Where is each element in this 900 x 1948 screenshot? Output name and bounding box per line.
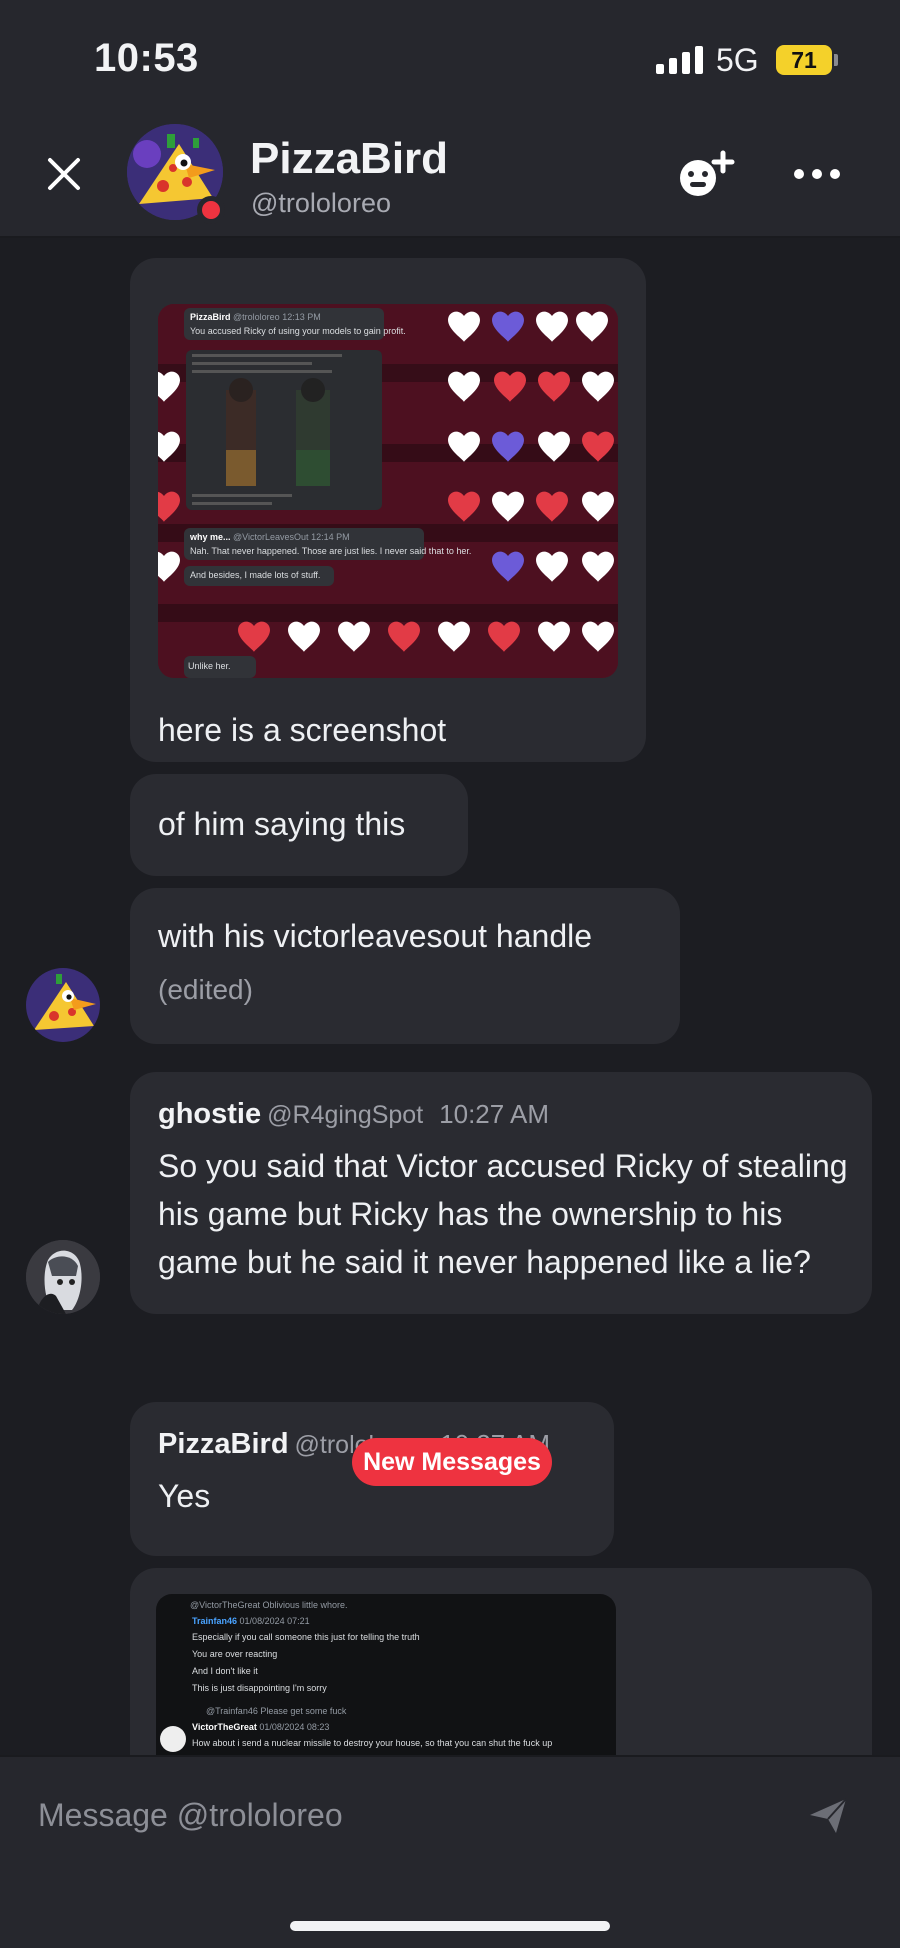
- message-timestamp: 10:27 AM: [439, 1099, 550, 1129]
- author-name[interactable]: PizzaBird: [158, 1428, 289, 1460]
- attachment-image[interactable]: @VictorTheGreat Oblivious little whore. …: [156, 1594, 616, 1755]
- edited-label: (edited): [158, 974, 253, 1005]
- header-name[interactable]: PizzaBird: [250, 134, 448, 184]
- new-messages-button[interactable]: New Messages: [352, 1438, 552, 1486]
- more-options-icon[interactable]: [792, 166, 842, 182]
- message-text: So you said that Victor accused Ricky of…: [158, 1148, 848, 1280]
- message-bubble: with his victorleavesout handle (edited): [130, 888, 680, 1044]
- avatar[interactable]: [26, 968, 100, 1042]
- battery-level: 71: [776, 45, 832, 75]
- message-list[interactable]: PizzaBird @trololoreo 12:13 PM You accus…: [0, 240, 900, 1755]
- status-time: 10:53: [94, 36, 199, 80]
- close-icon[interactable]: [44, 154, 84, 194]
- status-dnd-badge: [197, 196, 225, 224]
- message-bubble: ghostie @R4gingSpot 10:27 AM So you said t…: [130, 1072, 872, 1314]
- models-image-icon: [192, 354, 342, 505]
- message-composer: [0, 1755, 900, 1948]
- header-handle: @trololoreo: [251, 188, 391, 218]
- pizza-bird-avatar-icon: [26, 968, 100, 1042]
- author-name[interactable]: ghostie: [158, 1098, 261, 1130]
- network-type: 5G: [716, 42, 759, 78]
- message-bubble: @VictorTheGreat Oblivious little whore. …: [130, 1568, 872, 1755]
- add-friend-icon[interactable]: [676, 150, 736, 200]
- message-text: of him saying this: [158, 806, 406, 842]
- status-bar: 10:53 5G 71: [0, 0, 900, 110]
- message-bubble: of him saying this: [130, 774, 468, 876]
- dm-header: PizzaBird @trololoreo: [0, 110, 900, 238]
- message-text: here is a screenshot: [158, 712, 447, 748]
- send-icon[interactable]: [806, 1793, 850, 1837]
- battery-icon: 71: [776, 45, 838, 75]
- home-indicator: [290, 1921, 610, 1931]
- message-bubble: PizzaBird @trololoreo 12:13 PM You accus…: [130, 258, 646, 762]
- ghostie-avatar-icon: [26, 1240, 100, 1314]
- author-handle: @R4gingSpot: [267, 1101, 424, 1129]
- message-text: with his victorleavesout handle: [158, 918, 593, 954]
- attachment-image[interactable]: PizzaBird @trololoreo 12:13 PM You accus…: [158, 304, 618, 678]
- message-text: Yes: [158, 1478, 211, 1514]
- cellular-signal-icon: [656, 46, 703, 74]
- message-input[interactable]: [38, 1787, 778, 1843]
- avatar[interactable]: [26, 1240, 100, 1314]
